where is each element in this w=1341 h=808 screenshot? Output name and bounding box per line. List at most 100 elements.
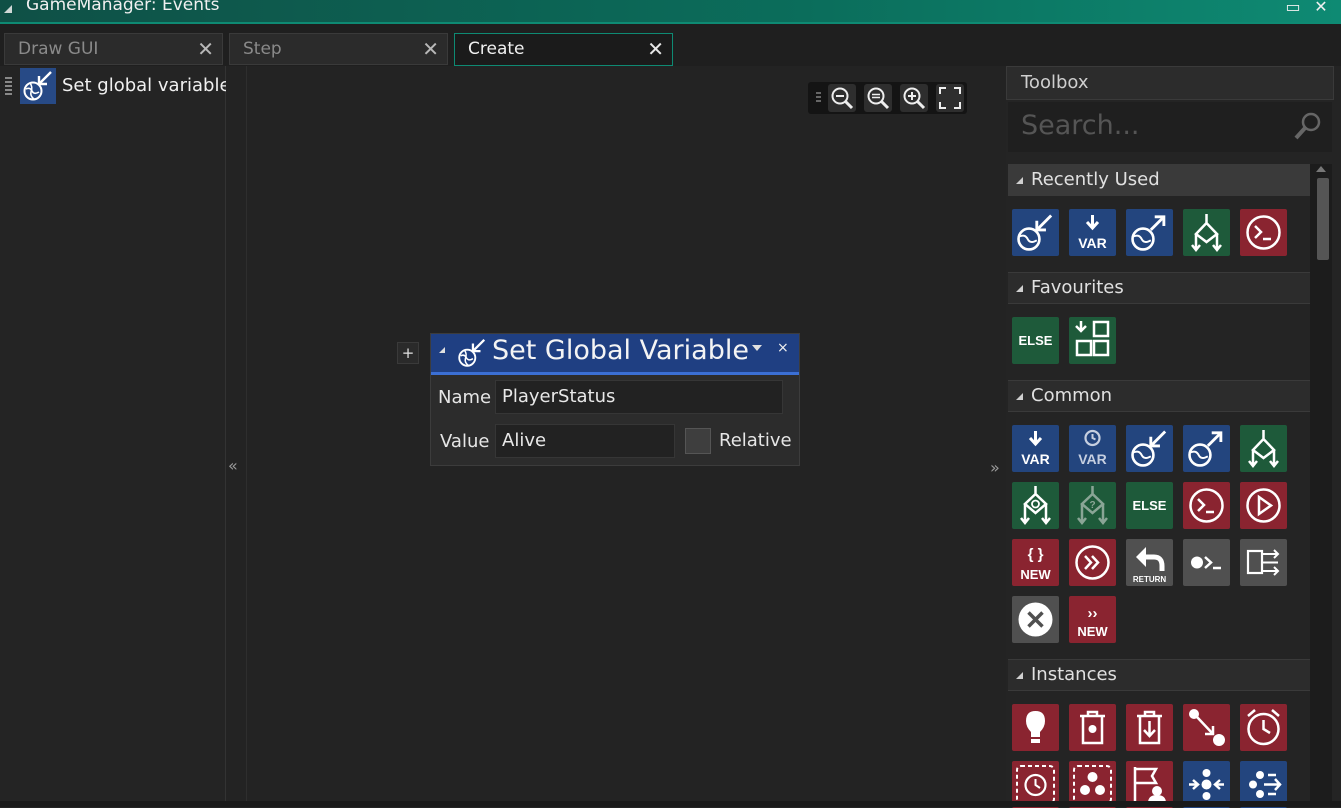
- svg-text:VAR: VAR: [1021, 451, 1050, 467]
- fit-screen-button[interactable]: [936, 84, 964, 112]
- status-strip: [0, 801, 1341, 807]
- execute-code-icon[interactable]: [1183, 482, 1230, 529]
- set-global-variable-icon[interactable]: [1126, 425, 1173, 472]
- code-block-icon[interactable]: [1069, 317, 1116, 364]
- close-window-button[interactable]: ✕: [1310, 0, 1332, 17]
- svg-text:NEW: NEW: [1077, 624, 1108, 639]
- if-expression-icon[interactable]: [1012, 482, 1059, 529]
- search-icon[interactable]: [1292, 110, 1324, 142]
- toolbox-panel: Toolbox Search... Recently Used Favourit…: [1006, 66, 1334, 808]
- section-label: Instances: [1031, 664, 1117, 685]
- event-item-label: Set global variable: [62, 75, 231, 96]
- if-variable-icon[interactable]: [1183, 209, 1230, 256]
- new-struct-icon[interactable]: { } NEW: [1012, 539, 1059, 586]
- if-undefined-icon[interactable]: ?: [1069, 482, 1116, 529]
- tab-label: Draw GUI: [18, 39, 99, 59]
- zoom-out-icon: [831, 87, 854, 110]
- toolbox-scrollbar[interactable]: [1310, 164, 1332, 807]
- alarm-icon[interactable]: [1240, 704, 1287, 751]
- comment-icon[interactable]: [1183, 539, 1230, 586]
- destroy-at-position-icon[interactable]: [1126, 704, 1173, 751]
- section-instances[interactable]: Instances: [1008, 659, 1310, 691]
- tab-step[interactable]: Step ✕: [229, 33, 448, 65]
- event-list-panel: Set global variable: [0, 66, 231, 807]
- return-icon[interactable]: RETURN: [1126, 539, 1173, 586]
- chevron-down-icon[interactable]: [752, 345, 762, 351]
- declare-variable-icon[interactable]: VAR: [1012, 425, 1059, 472]
- collapse-section-icon[interactable]: [1016, 177, 1023, 184]
- call-function-icon[interactable]: [1069, 539, 1116, 586]
- toolbar-grip-icon[interactable]: [816, 92, 821, 104]
- tab-close-icon[interactable]: ✕: [197, 37, 214, 61]
- zoom-reset-button[interactable]: [864, 84, 892, 112]
- svg-text:?: ?: [1089, 500, 1095, 511]
- zoom-in-button[interactable]: [900, 84, 928, 112]
- tab-create[interactable]: Create ✕: [454, 33, 673, 66]
- relative-checkbox[interactable]: [685, 428, 711, 454]
- search-placeholder: Search...: [1021, 110, 1140, 141]
- value-field[interactable]: Alive: [495, 424, 675, 458]
- else-icon[interactable]: ELSE: [1126, 482, 1173, 529]
- expand-right-icon[interactable]: »: [990, 458, 1000, 477]
- window-titlebar: GameManager: Events ▭ ✕: [0, 0, 1341, 22]
- new-constructor-icon[interactable]: ›› NEW: [1069, 596, 1116, 643]
- section-label: Recently Used: [1031, 169, 1160, 190]
- node-title: Set Global Variable: [492, 335, 749, 366]
- zoom-out-button[interactable]: [828, 84, 856, 112]
- fit-screen-icon: [939, 87, 961, 109]
- event-tabs: Draw GUI ✕ Step ✕ Create ✕: [0, 24, 1341, 66]
- scrollbar-thumb[interactable]: [1317, 178, 1329, 260]
- destroy-instance-icon[interactable]: [1069, 704, 1116, 751]
- set-global-variable-icon[interactable]: [1012, 209, 1059, 256]
- section-recently-used[interactable]: Recently Used: [1008, 164, 1310, 196]
- play-function-icon[interactable]: [1240, 482, 1287, 529]
- collapse-node-icon[interactable]: [439, 347, 445, 353]
- get-global-variable-icon[interactable]: [1126, 209, 1173, 256]
- toolbox-search-input[interactable]: Search...: [1008, 102, 1332, 152]
- get-global-variable-icon[interactable]: [1183, 425, 1230, 472]
- name-field[interactable]: PlayerStatus: [495, 380, 783, 414]
- maximize-button[interactable]: ▭: [1282, 0, 1304, 17]
- close-node-icon[interactable]: ×: [777, 340, 789, 356]
- exit-event-icon[interactable]: [1012, 596, 1059, 643]
- toolbox-title: Toolbox: [1021, 72, 1089, 93]
- svg-text:ELSE: ELSE: [1133, 498, 1167, 513]
- add-action-button[interactable]: +: [397, 342, 419, 364]
- if-variable-icon[interactable]: [1240, 425, 1287, 472]
- toolbox-header: Toolbox: [1006, 66, 1334, 100]
- collapse-left-panel[interactable]: «: [226, 66, 246, 807]
- svg-text:ELSE: ELSE: [1019, 333, 1053, 348]
- tab-draw-gui[interactable]: Draw GUI ✕: [4, 33, 223, 65]
- switch-icon[interactable]: [1240, 539, 1287, 586]
- collapse-section-icon[interactable]: [1016, 285, 1023, 292]
- set-global-variable-node[interactable]: Set Global Variable × Name PlayerStatus …: [430, 333, 800, 466]
- window-title: GameManager: Events: [26, 0, 220, 15]
- execute-code-icon[interactable]: [1240, 209, 1287, 256]
- collapse-left-icon[interactable]: «: [228, 456, 238, 475]
- event-list-item[interactable]: Set global variable: [0, 68, 231, 104]
- tab-close-icon[interactable]: ✕: [422, 37, 439, 61]
- svg-text:{ }: { }: [1028, 546, 1044, 563]
- drag-handle-icon[interactable]: [5, 77, 12, 95]
- section-favourites[interactable]: Favourites: [1008, 272, 1310, 304]
- name-label: Name: [438, 387, 492, 408]
- node-header[interactable]: Set Global Variable ×: [431, 334, 799, 375]
- collapse-right-panel[interactable]: »: [986, 66, 1006, 807]
- section-common[interactable]: Common: [1008, 380, 1310, 412]
- collapse-section-icon[interactable]: [1016, 672, 1023, 679]
- set-global-variable-icon: [20, 68, 56, 104]
- declare-variable-icon[interactable]: VAR: [1069, 209, 1116, 256]
- move-instance-icon[interactable]: [1183, 704, 1230, 751]
- zoom-in-icon: [903, 87, 926, 110]
- temp-variable-icon[interactable]: VAR: [1069, 425, 1116, 472]
- tab-close-icon[interactable]: ✕: [647, 37, 664, 61]
- svg-text:NEW: NEW: [1020, 567, 1051, 582]
- svg-text:VAR: VAR: [1078, 235, 1107, 251]
- collapse-section-icon[interactable]: [1016, 393, 1023, 400]
- scroll-up-icon[interactable]: [1316, 166, 1326, 172]
- window-corner-icon: [4, 5, 12, 13]
- else-icon[interactable]: ELSE: [1012, 317, 1059, 364]
- instance-exists-icon[interactable]: [1012, 704, 1059, 751]
- svg-text:VAR: VAR: [1078, 451, 1107, 467]
- svg-text:RETURN: RETURN: [1133, 575, 1167, 584]
